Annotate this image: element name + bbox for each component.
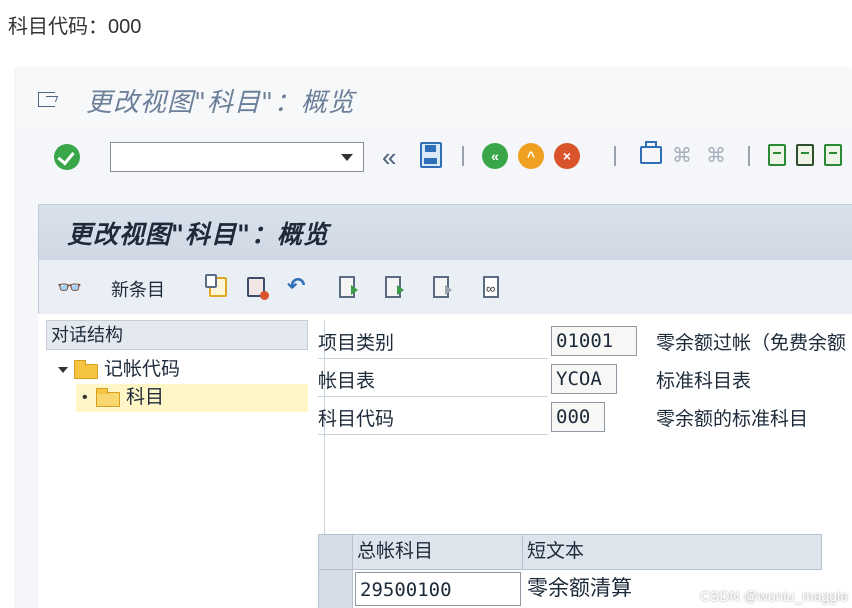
- field-account-code: 科目代码 000 零余额的标准科目: [318, 402, 852, 435]
- column-header-short-text[interactable]: 短文本: [523, 535, 821, 569]
- copy-as-icon[interactable]: [205, 274, 227, 297]
- toolbar-separator: [462, 146, 464, 166]
- open-folder-icon: [96, 388, 120, 407]
- select-all-icon[interactable]: [339, 276, 358, 298]
- header-fields: 项目类别 01001 零余额过帐（免费余额 帐目表 YCOA 标准科目表 科目代…: [318, 320, 852, 500]
- exit-menu-icon[interactable]: [38, 92, 55, 107]
- tree-node-label: 记帐代码: [104, 359, 181, 380]
- save-icon[interactable]: [420, 142, 442, 168]
- item-category-value: 01001: [551, 326, 637, 356]
- field-label: 项目类别: [318, 330, 548, 359]
- tree-header: 对话结构: [46, 320, 308, 350]
- previous-page-icon[interactable]: [796, 144, 814, 166]
- window-title: 更改视图"科目"：概览: [86, 88, 355, 118]
- field-description: 零余额过帐（免费余额: [656, 333, 847, 354]
- command-dropdown-icon[interactable]: [341, 154, 353, 161]
- page-caption: 科目代码：000: [8, 16, 142, 38]
- print-icon[interactable]: [640, 141, 662, 164]
- leaf-bullet-icon: •: [82, 389, 88, 406]
- command-field[interactable]: [110, 142, 364, 172]
- application-toolbar: 👓 新条目 ↶: [38, 260, 852, 314]
- history-back-icon[interactable]: «: [382, 142, 396, 172]
- tree-node-posting-key[interactable]: 记帐代码: [56, 356, 306, 384]
- account-code-value: 000: [551, 402, 605, 432]
- first-page-icon[interactable]: [768, 144, 786, 166]
- tree-node-accounts[interactable]: • 科目: [76, 384, 308, 412]
- new-entries-button[interactable]: 新条目: [111, 276, 165, 302]
- delete-icon[interactable]: [247, 277, 269, 300]
- find-icon[interactable]: ⌘: [672, 144, 692, 168]
- folder-icon: [74, 360, 98, 379]
- field-label: 帐目表: [318, 368, 548, 397]
- table-header: 总帐科目 短文本: [318, 534, 822, 570]
- select-block-icon[interactable]: [385, 276, 404, 298]
- field-description: 零余额的标准科目: [656, 409, 809, 430]
- tree-node-label: 科目: [126, 387, 165, 408]
- exit-icon[interactable]: ^: [518, 143, 544, 169]
- details-icon[interactable]: [483, 276, 499, 298]
- field-chart-of-accounts: 帐目表 YCOA 标准科目表: [318, 364, 852, 397]
- field-item-category: 项目类别 01001 零余额过帐（免费余额: [318, 326, 852, 359]
- sap-window: 更改视图"科目"：概览 « « ^ × ⌘ ⌘ 更改视图"科目"：概览 👓 新条…: [16, 68, 852, 608]
- main-panel: 更改视图"科目"：概览 👓 新条目 ↶ 对话结构 记帐代码 • 科目: [38, 204, 852, 608]
- expand-arrow-icon[interactable]: [58, 367, 68, 373]
- gl-account-input[interactable]: 29500100: [355, 572, 521, 606]
- find-next-icon[interactable]: ⌘: [706, 144, 726, 168]
- cancel-icon[interactable]: ×: [554, 143, 580, 169]
- row-selector-button[interactable]: [319, 570, 353, 608]
- field-label: 科目代码: [318, 406, 548, 435]
- select-all-rows-button[interactable]: [319, 535, 353, 569]
- enter-check-icon[interactable]: [54, 144, 80, 170]
- dialog-structure-tree: 对话结构 记帐代码 • 科目: [46, 320, 325, 608]
- deselect-all-icon[interactable]: [433, 276, 452, 298]
- toolbar-separator: [614, 146, 616, 166]
- display-change-icon[interactable]: 👓: [57, 275, 82, 300]
- next-page-icon[interactable]: [824, 144, 842, 166]
- standard-toolbar: « « ^ × ⌘ ⌘: [16, 130, 852, 188]
- command-input[interactable]: [115, 144, 329, 172]
- panel-title: 更改视图"科目"：概览: [67, 220, 330, 249]
- chart-of-accounts-value: YCOA: [551, 364, 617, 394]
- watermark: CSDN @woniu_maggie: [699, 588, 848, 604]
- panel-header: 更改视图"科目"：概览: [38, 204, 852, 261]
- title-bar: 更改视图"科目"：概览: [16, 68, 852, 128]
- field-description: 标准科目表: [656, 371, 752, 392]
- back-icon[interactable]: «: [482, 143, 508, 169]
- column-header-gl-account[interactable]: 总帐科目: [353, 535, 523, 569]
- undo-change-icon[interactable]: ↶: [287, 273, 305, 299]
- toolbar-separator: [748, 146, 750, 166]
